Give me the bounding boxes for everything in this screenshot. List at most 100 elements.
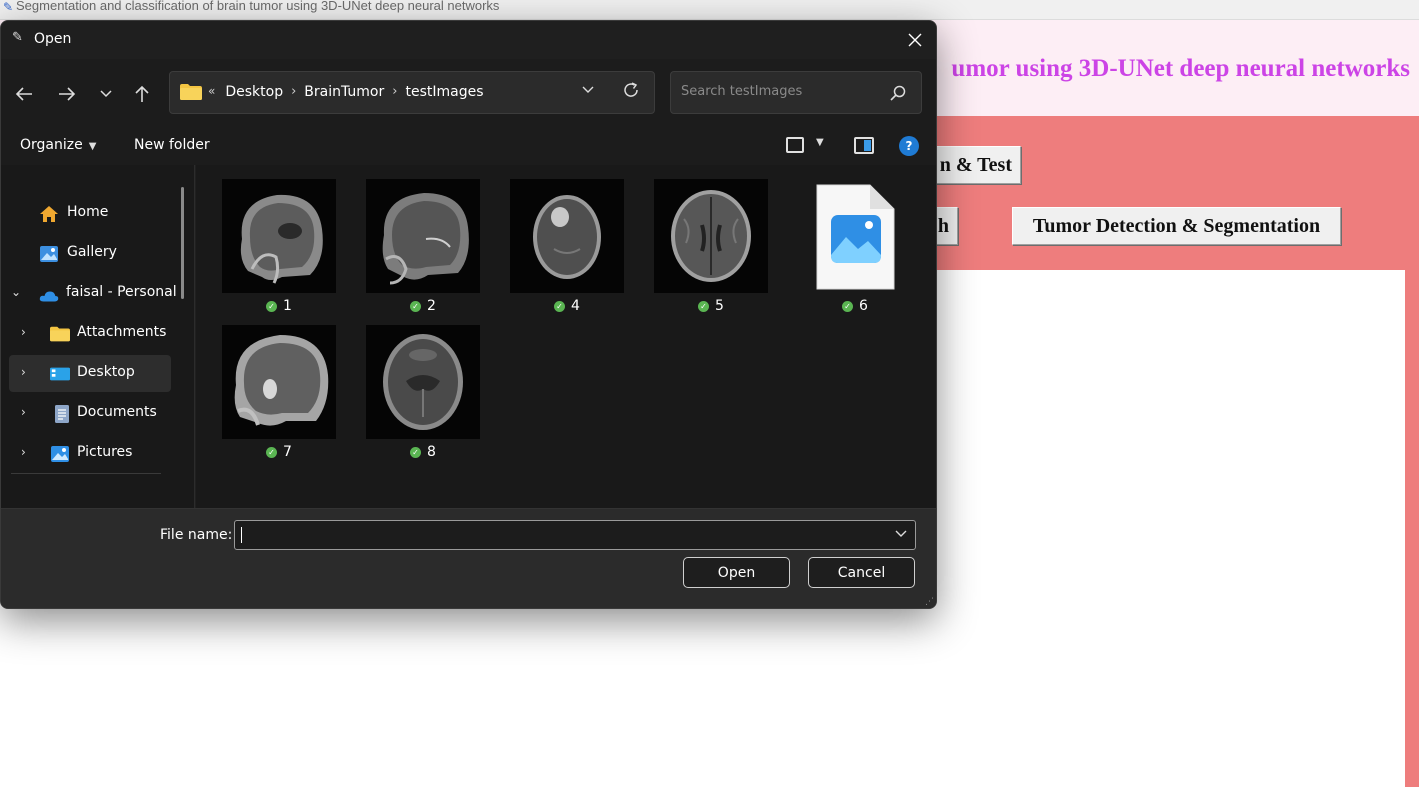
organize-label: Organize: [20, 137, 83, 153]
home-icon: [40, 206, 58, 222]
onedrive-icon: [39, 291, 59, 302]
app-titlebar: ✎ Segmentation and classification of bra…: [0, 0, 1419, 20]
chevron-right-icon[interactable]: ›: [21, 365, 26, 379]
close-icon: [908, 33, 922, 47]
sidebar-item-documents[interactable]: › Documents: [9, 395, 171, 432]
file-list: ✓ 1 ✓ 2 ✓ 4 ✓ 5 ✓ 6 ✓ 7 ✓ 8: [196, 165, 936, 508]
sidebar-item-label: Pictures: [77, 444, 133, 460]
file-item-2[interactable]: ✓ 2: [366, 179, 480, 314]
breadcrumb-overflow[interactable]: «: [208, 84, 215, 100]
search-box[interactable]: [670, 71, 922, 114]
chevron-down-icon: [582, 86, 594, 93]
file-name-dropdown-button[interactable]: [895, 527, 907, 541]
folder-icon: [180, 84, 202, 100]
chevron-down-icon: [100, 90, 112, 98]
file-item-7[interactable]: ✓ 7: [222, 325, 336, 460]
file-name-combobox[interactable]: [234, 520, 916, 550]
sidebar-item-onedrive[interactable]: ⌄ faisal - Personal: [9, 275, 177, 312]
file-item-6[interactable]: ✓ 6: [798, 179, 912, 314]
chevron-right-icon[interactable]: ›: [21, 325, 26, 339]
open-button[interactable]: Open: [683, 557, 790, 588]
mri-thumbnail: [654, 179, 768, 293]
forward-button[interactable]: [52, 79, 82, 109]
address-bar[interactable]: « Desktop › BrainTumor › testImages: [169, 71, 655, 114]
sidebar-item-pictures[interactable]: › Pictures: [9, 435, 171, 472]
breadcrumb-desktop[interactable]: Desktop: [225, 84, 283, 100]
expanded-chevron-icon[interactable]: ⌄: [11, 285, 21, 299]
app-heading: umor using 3D-UNet deep neural networks: [951, 55, 1410, 82]
breadcrumb-braintumor[interactable]: BrainTumor: [304, 84, 384, 100]
arrow-up-icon: [135, 85, 149, 102]
file-item-5[interactable]: ✓ 5: [654, 179, 768, 314]
feather-icon: ✎: [12, 30, 23, 45]
refresh-icon: [624, 82, 638, 97]
command-bar: Organize ▼ New folder ▼ ?: [1, 127, 936, 165]
preview-pane-icon[interactable]: [854, 137, 874, 154]
file-name: 1: [283, 298, 292, 314]
chevron-right-icon: ›: [392, 84, 398, 99]
sidebar-item-label: Gallery: [67, 244, 117, 260]
refresh-button[interactable]: [622, 81, 640, 104]
chevron-right-icon: ›: [291, 84, 297, 99]
file-name-input[interactable]: [241, 527, 881, 543]
address-dropdown-button[interactable]: [582, 83, 594, 98]
sync-check-icon: ✓: [698, 300, 710, 312]
arrow-right-icon: [59, 87, 76, 101]
app-title: Segmentation and classification of brain…: [16, 0, 500, 13]
sidebar-item-label: Home: [67, 204, 109, 220]
chevron-right-icon[interactable]: ›: [21, 405, 26, 419]
mri-thumbnail: [222, 179, 336, 293]
file-item-8[interactable]: ✓ 8: [366, 325, 480, 460]
back-button[interactable]: [9, 79, 39, 109]
sidebar-item-attachments[interactable]: › Attachments: [9, 315, 171, 352]
sidebar-item-gallery[interactable]: Gallery: [9, 235, 171, 272]
sidebar-divider: [11, 473, 161, 474]
sidebar-scrollbar[interactable]: [181, 187, 184, 299]
file-item-1[interactable]: ✓ 1: [222, 179, 336, 314]
new-folder-button[interactable]: New folder: [134, 137, 210, 153]
sidebar-item-home[interactable]: Home: [9, 195, 171, 232]
sync-check-icon: ✓: [842, 300, 854, 312]
file-item-4[interactable]: ✓ 4: [510, 179, 624, 314]
caret-down-icon[interactable]: ▼: [816, 137, 824, 148]
search-input[interactable]: [681, 84, 881, 99]
file-name: 7: [283, 444, 292, 460]
mri-thumbnail: [366, 325, 480, 439]
dialog-title: Open: [34, 31, 72, 47]
sync-check-icon: ✓: [266, 300, 278, 312]
help-icon[interactable]: ?: [899, 136, 919, 156]
breadcrumb-testimages[interactable]: testImages: [405, 84, 483, 100]
navigation-pane: Home Gallery ⌄ faisal - Personal › Attac…: [1, 165, 195, 508]
file-name: 6: [859, 298, 868, 314]
mri-thumbnail: [222, 325, 336, 439]
sidebar-item-desktop[interactable]: › Desktop: [9, 355, 171, 392]
up-button[interactable]: [127, 79, 157, 109]
breadcrumb: « Desktop › BrainTumor › testImages: [208, 84, 484, 100]
dialog-titlebar: ✎ Open: [1, 21, 936, 59]
dialog-footer: File name: Open Cancel ⋰: [1, 508, 936, 608]
search-icon: [890, 85, 906, 101]
caret-down-icon: ▼: [88, 141, 97, 152]
file-name: 4: [571, 298, 580, 314]
tumor-detection-button[interactable]: Tumor Detection & Segmentation: [1012, 207, 1341, 245]
chevron-down-icon: [895, 530, 907, 537]
file-name-label: File name:: [160, 527, 233, 543]
documents-icon: [55, 405, 69, 423]
gallery-icon: [40, 246, 58, 262]
view-options-icon[interactable]: [786, 137, 804, 153]
mri-thumbnail: [366, 179, 480, 293]
chevron-right-icon[interactable]: ›: [21, 445, 26, 459]
feather-icon: ✎: [3, 0, 14, 14]
resize-grip-icon[interactable]: ⋰: [925, 597, 934, 607]
sync-check-icon: ✓: [410, 300, 422, 312]
sidebar-item-label: Attachments: [77, 324, 167, 340]
sidebar-item-label: Desktop: [77, 364, 135, 380]
recent-locations-button[interactable]: [91, 79, 121, 109]
cancel-button[interactable]: Cancel: [808, 557, 915, 588]
sidebar-item-label: faisal - Personal: [66, 284, 177, 300]
close-button[interactable]: [894, 21, 936, 59]
organize-menu[interactable]: Organize ▼: [20, 137, 96, 153]
sync-check-icon: ✓: [410, 446, 422, 458]
arrow-left-icon: [15, 87, 32, 101]
pictures-icon: [51, 446, 69, 462]
